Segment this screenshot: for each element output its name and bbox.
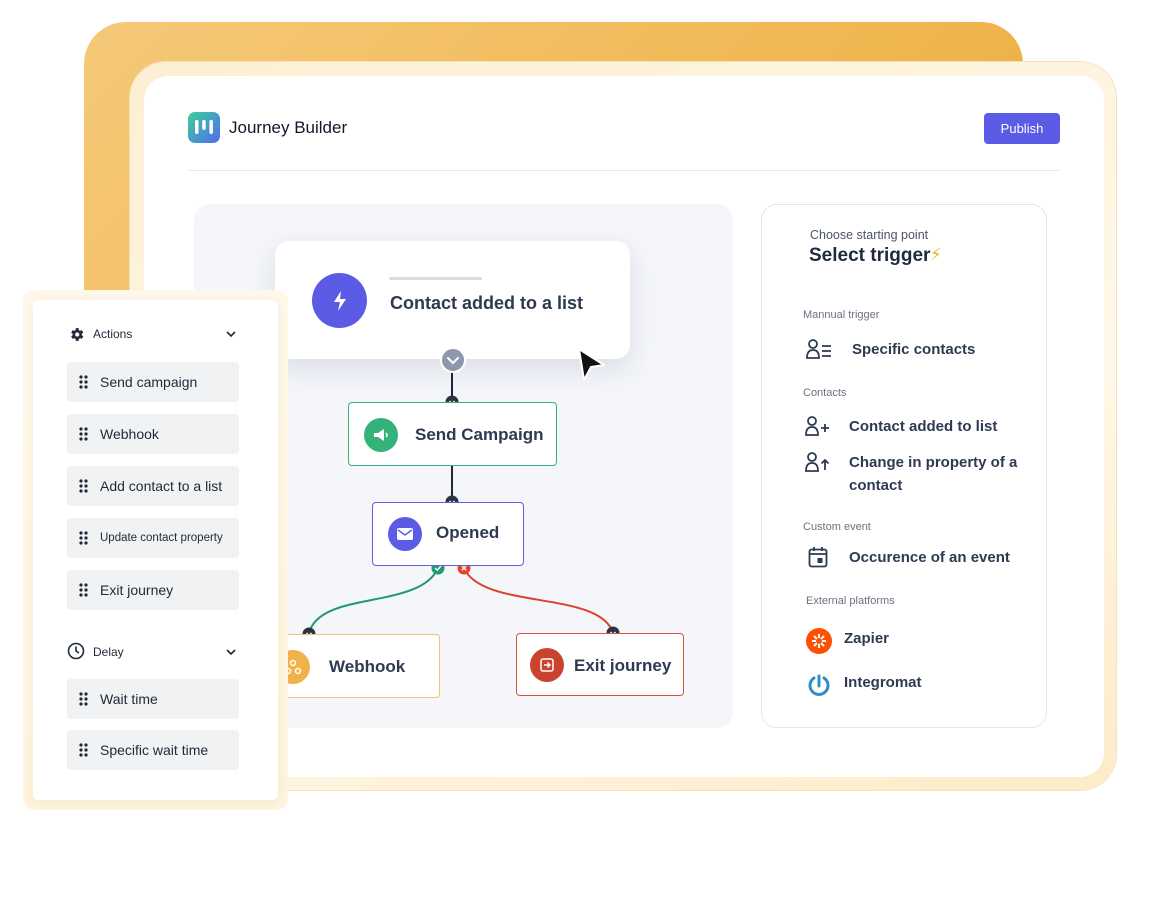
- expand-chevron-icon[interactable]: [440, 347, 466, 373]
- lightning-icon: ⚡: [930, 245, 942, 264]
- delay-specific-wait-time[interactable]: Specific wait time: [67, 730, 239, 770]
- trigger-property-change[interactable]: Change in property of a contact: [849, 451, 1024, 497]
- drag-handle-icon[interactable]: [79, 743, 88, 757]
- section-manual-trigger: Mannual trigger: [803, 309, 880, 321]
- trigger-specific-contacts[interactable]: Specific contacts: [852, 338, 975, 361]
- delay-wait-time[interactable]: Wait time: [67, 679, 239, 719]
- trigger-contact-added[interactable]: Contact added to list: [849, 415, 997, 438]
- trigger-panel-title: Select trigger: [809, 245, 931, 266]
- delay-section-header[interactable]: Delay: [93, 645, 124, 659]
- trigger-zapier[interactable]: Zapier: [844, 627, 889, 650]
- chevron-down-icon[interactable]: [225, 329, 237, 339]
- clock-icon: [67, 642, 85, 660]
- opened-label: Opened: [436, 523, 500, 542]
- section-contacts: Contacts: [803, 387, 847, 399]
- action-update-property[interactable]: Update contact property: [67, 518, 239, 558]
- section-custom-event: Custom event: [803, 521, 871, 533]
- user-property-change-icon: [805, 452, 830, 472]
- action-exit-journey[interactable]: Exit journey: [67, 570, 239, 610]
- action-label: Exit journey: [100, 582, 174, 598]
- section-external-platforms: External platforms: [806, 595, 895, 607]
- megaphone-icon: [364, 418, 398, 452]
- envelope-icon: [388, 517, 422, 551]
- trigger-integromat[interactable]: Integromat: [844, 671, 922, 694]
- exit-icon: [530, 648, 564, 682]
- drag-handle-icon[interactable]: [79, 531, 88, 545]
- calendar-icon: [808, 547, 828, 568]
- drag-handle-icon[interactable]: [79, 479, 88, 493]
- actions-section-header[interactable]: Actions: [93, 327, 132, 341]
- zapier-logo-icon: [806, 628, 832, 654]
- action-webhook[interactable]: Webhook: [67, 414, 239, 454]
- chevron-down-icon[interactable]: [225, 647, 237, 657]
- action-label: Webhook: [100, 426, 159, 442]
- webhook-label: Webhook: [329, 657, 406, 676]
- drag-handle-icon[interactable]: [79, 692, 88, 706]
- trigger-panel-subtitle: Choose starting point: [810, 228, 929, 242]
- action-send-campaign[interactable]: Send campaign: [67, 362, 239, 402]
- send-campaign-label: Send Campaign: [415, 425, 544, 444]
- header-divider: [188, 170, 1059, 171]
- publish-button[interactable]: Publish: [984, 113, 1060, 144]
- action-label: Update contact property: [100, 532, 223, 544]
- mouse-cursor-icon: [578, 348, 605, 381]
- delay-label: Wait time: [100, 691, 158, 707]
- drag-handle-icon[interactable]: [79, 583, 88, 597]
- trigger-card-label: Contact added to a list: [390, 293, 584, 313]
- gear-icon: [71, 328, 84, 341]
- drag-handle-icon[interactable]: [79, 375, 88, 389]
- exit-journey-label: Exit journey: [574, 656, 672, 675]
- contact-list-icon: [806, 339, 831, 359]
- drag-handle-icon[interactable]: [79, 427, 88, 441]
- action-label: Send campaign: [100, 374, 198, 390]
- trigger-card-bar: [389, 277, 482, 280]
- action-label: Add contact to a list: [100, 478, 223, 494]
- app-logo: [188, 112, 220, 143]
- trigger-custom-event[interactable]: Occurence of an event: [849, 546, 1010, 569]
- lightning-icon: [312, 273, 367, 328]
- app-title: Journey Builder: [229, 118, 348, 137]
- delay-label: Specific wait time: [100, 742, 209, 758]
- user-add-icon: [805, 416, 829, 436]
- integromat-logo-icon: [808, 674, 830, 696]
- action-add-contact[interactable]: Add contact to a list: [67, 466, 239, 506]
